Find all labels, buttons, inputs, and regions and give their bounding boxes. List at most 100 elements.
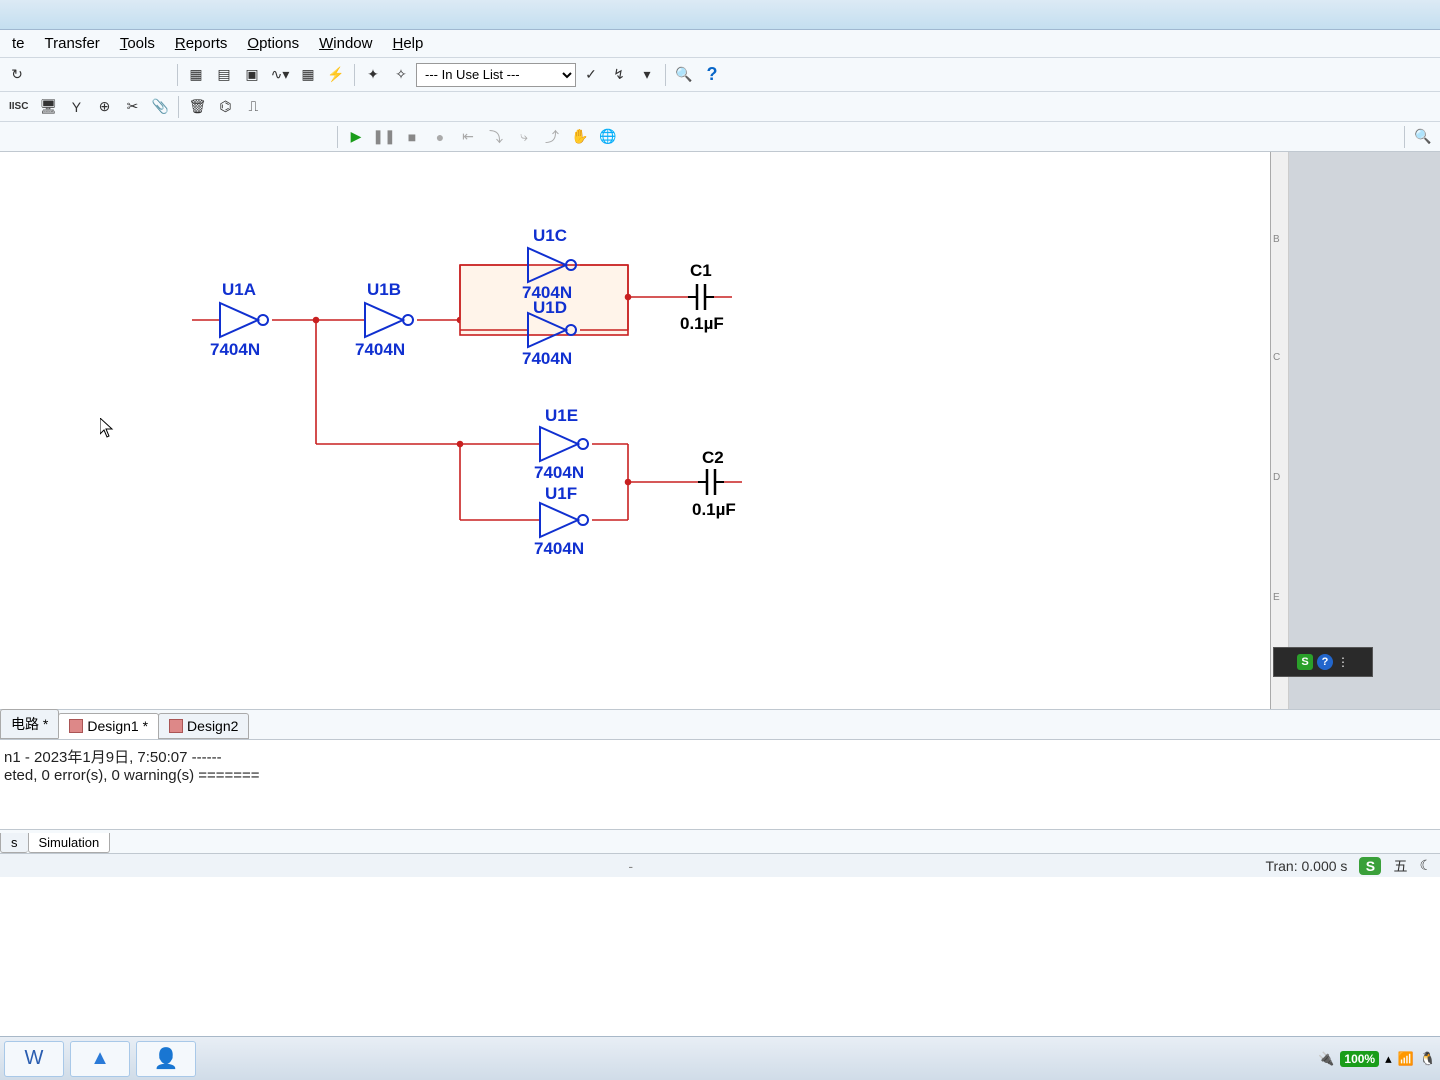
ref-u1d[interactable]: U1D	[533, 298, 567, 318]
gate-u1b[interactable]	[365, 303, 420, 337]
misc-button[interactable]: IISC	[4, 94, 33, 120]
ime-s-icon[interactable]: S	[1359, 857, 1381, 875]
ref-u1f[interactable]: U1F	[545, 484, 577, 504]
record-button[interactable]: ●	[427, 124, 453, 150]
find-button[interactable]: 🔍	[671, 62, 697, 88]
menu-item-help[interactable]: Help	[382, 33, 433, 54]
bolt2-button[interactable]: ✧	[388, 62, 414, 88]
ref-u1c[interactable]: U1C	[533, 226, 567, 246]
task-photos[interactable]: ▲	[70, 1041, 130, 1077]
value-c2[interactable]: 0.1µF	[692, 500, 736, 520]
ime-floating-widget[interactable]: S ? ⋮	[1273, 647, 1373, 677]
erc-button[interactable]: ✓	[578, 62, 604, 88]
ref-c2[interactable]: C2	[702, 448, 724, 468]
output-line: eted, 0 error(s), 0 warning(s) =======	[4, 767, 1436, 784]
step-out-button[interactable]: ⤴	[539, 124, 565, 150]
drop-button[interactable]: ▾	[634, 62, 660, 88]
taskbar: W ▲ 👤 🔌 100% ▴ 📶 🐧	[0, 1036, 1440, 1080]
redo-button[interactable]: ↻	[4, 62, 30, 88]
trash-icon: 🗑	[189, 98, 207, 115]
help-button[interactable]: ?	[699, 62, 725, 88]
output-line: n1 - 2023年1月9日, 7:50:07 ------	[4, 746, 1436, 767]
db-button[interactable]: ▣	[239, 62, 265, 88]
hand-button[interactable]: ✋	[567, 124, 593, 150]
ref-c1[interactable]: C1	[690, 261, 712, 281]
menu-item-window[interactable]: Window	[309, 33, 382, 54]
output-pane[interactable]: n1 - 2023年1月9日, 7:50:07 ------ eted, 0 e…	[0, 739, 1440, 829]
run-button[interactable]: ▶	[343, 124, 369, 150]
status-tran: Tran: 0.000 s	[1265, 858, 1347, 874]
qq-icon[interactable]: 🐧	[1420, 1051, 1436, 1067]
grid-icon: ▦	[189, 66, 202, 83]
menu-item-reports[interactable]: Reports	[165, 33, 238, 54]
ref-u1e[interactable]: U1E	[545, 406, 578, 426]
menu-item-te[interactable]: te	[2, 33, 35, 54]
swap-button[interactable]: ↯	[606, 62, 632, 88]
toolbar-row-1: ↻ ▦ ▤ ▣ ∿▾ ▦ ⚡ ✦ ✧ --- In Use List --- ✓…	[0, 58, 1440, 92]
schematic-canvas[interactable]: U1A 7404N U1B 7404N U1C 7404N U1D 7404N …	[0, 152, 1270, 709]
menubar: te Transfer Tools Reports Options Window…	[0, 30, 1440, 58]
ime-wu-label[interactable]: 五	[1393, 856, 1407, 876]
in-use-list-select[interactable]: --- In Use List ---	[416, 63, 576, 87]
part-u1d[interactable]: 7404N	[522, 349, 572, 369]
tab-design1[interactable]: Design1 *	[58, 713, 159, 739]
tab-label: 电路 *	[11, 714, 48, 734]
tab-design2[interactable]: Design2	[158, 713, 249, 739]
bolt2-icon: ✧	[395, 66, 407, 83]
capacitor-c1[interactable]	[688, 280, 714, 314]
gate-u1a[interactable]	[220, 303, 275, 337]
task-word[interactable]: W	[4, 1041, 64, 1077]
gate-u1d[interactable]	[528, 313, 583, 347]
signal-icon[interactable]: 📶	[1398, 1051, 1414, 1067]
gate-u1f[interactable]	[540, 503, 595, 537]
gate-u1e[interactable]	[540, 427, 595, 461]
word-icon: W	[25, 1047, 44, 1070]
analysis-button[interactable]: ∿▾	[267, 62, 293, 88]
tray-chevron-icon[interactable]: ▴	[1385, 1051, 1392, 1067]
part-u1a[interactable]: 7404N	[210, 340, 260, 360]
table-icon: ▤	[217, 66, 230, 83]
ref-u1b[interactable]: U1B	[367, 280, 401, 300]
bolt1-button[interactable]: ✦	[360, 62, 386, 88]
clear-button[interactable]: ✂	[119, 94, 145, 120]
probe-button[interactable]: Y	[63, 94, 89, 120]
monitor-button[interactable]: 🖥	[35, 94, 61, 120]
value-c1[interactable]: 0.1µF	[680, 314, 724, 334]
trash-button[interactable]: 🗑	[184, 94, 210, 120]
step-button[interactable]: ⎍	[240, 94, 266, 120]
gate-u1c[interactable]	[528, 248, 583, 282]
calendar-button[interactable]: ▦	[295, 62, 321, 88]
step-back-button[interactable]: ⇤	[455, 124, 481, 150]
toolbar-row-2: IISC 🖥 Y ⊕ ✂ 📎 🗑 ⌬ ⎍	[0, 92, 1440, 122]
ref-u1a[interactable]: U1A	[222, 280, 256, 300]
ime-moon-icon[interactable]: ☾	[1419, 857, 1432, 874]
output-tab-left[interactable]: s	[0, 833, 28, 853]
stop-button[interactable]: ■	[399, 124, 425, 150]
power-icon[interactable]: 🔌	[1318, 1051, 1334, 1067]
output-tab-simulation[interactable]: Simulation	[28, 833, 111, 853]
step-into-button[interactable]: ⤵	[483, 124, 509, 150]
tab-circuit[interactable]: 电路 *	[0, 709, 59, 739]
cursor-icon	[100, 418, 114, 438]
globe-button[interactable]: 🌐	[595, 124, 621, 150]
menu-item-tools[interactable]: Tools	[110, 33, 165, 54]
battery-badge[interactable]: 100%	[1340, 1051, 1379, 1067]
menu-item-transfer[interactable]: Transfer	[35, 33, 110, 54]
lightning-button[interactable]: ⚡	[323, 62, 349, 88]
part-u1b[interactable]: 7404N	[355, 340, 405, 360]
toggle-grid-button[interactable]: ▦	[183, 62, 209, 88]
pause-button[interactable]: ❚❚	[371, 124, 397, 150]
gate-button[interactable]: ⊕	[91, 94, 117, 120]
step-back-icon: ⇤	[462, 128, 474, 145]
task-chat[interactable]: 👤	[136, 1041, 196, 1077]
menu-item-options[interactable]: Options	[237, 33, 309, 54]
part-u1e[interactable]: 7404N	[534, 463, 584, 483]
part-u1f[interactable]: 7404N	[534, 539, 584, 559]
paperclip-button[interactable]: 📎	[147, 94, 173, 120]
tree-button[interactable]: ⌬	[212, 94, 238, 120]
toolbar-separator	[354, 64, 355, 86]
zoom-in-button[interactable]: 🔍	[1410, 124, 1436, 150]
step-over-button[interactable]: ⤷	[511, 124, 537, 150]
capacitor-c2[interactable]	[698, 465, 724, 499]
spreadsheet-button[interactable]: ▤	[211, 62, 237, 88]
